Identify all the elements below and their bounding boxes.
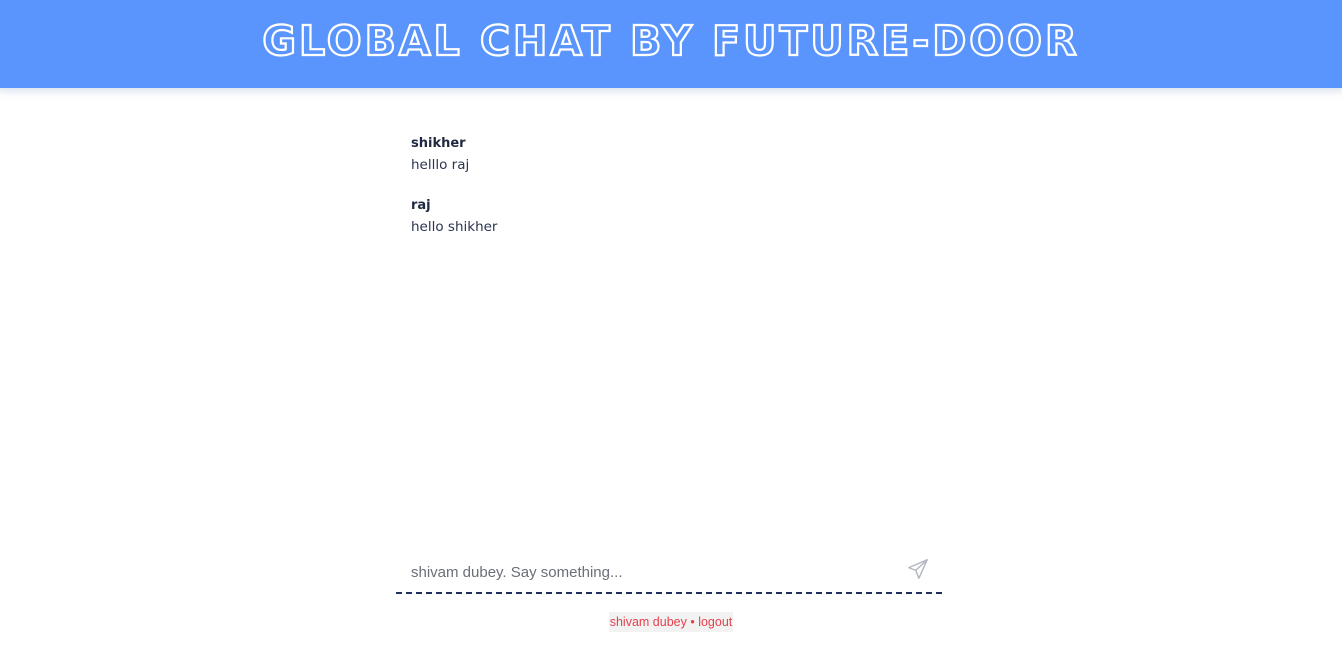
header-shadow bbox=[0, 88, 1342, 96]
message-item: raj hello shikher bbox=[411, 196, 941, 240]
message-composer bbox=[396, 554, 942, 594]
send-button[interactable] bbox=[904, 556, 932, 584]
logout-link[interactable]: logout bbox=[698, 615, 732, 629]
message-body: hello shikher bbox=[411, 219, 498, 235]
message-author: raj bbox=[411, 198, 431, 213]
message-list: shikher helllo raj raj hello shikher bbox=[411, 134, 941, 258]
message-body: helllo raj bbox=[411, 157, 470, 173]
footer: shivam dubey • logout bbox=[0, 611, 1342, 632]
message-item: shikher helllo raj bbox=[411, 134, 941, 178]
message-author: shikher bbox=[411, 136, 466, 151]
message-input[interactable] bbox=[396, 554, 886, 590]
footer-separator: • bbox=[690, 615, 695, 629]
page-title: GLOBAL CHAT BY FUTURE-DOOR bbox=[261, 16, 1080, 66]
current-username: shivam dubey bbox=[609, 615, 687, 629]
paper-plane-icon bbox=[908, 558, 928, 579]
app-header: GLOBAL CHAT BY FUTURE-DOOR bbox=[0, 0, 1342, 88]
user-status: shivam dubey • logout bbox=[608, 612, 734, 632]
